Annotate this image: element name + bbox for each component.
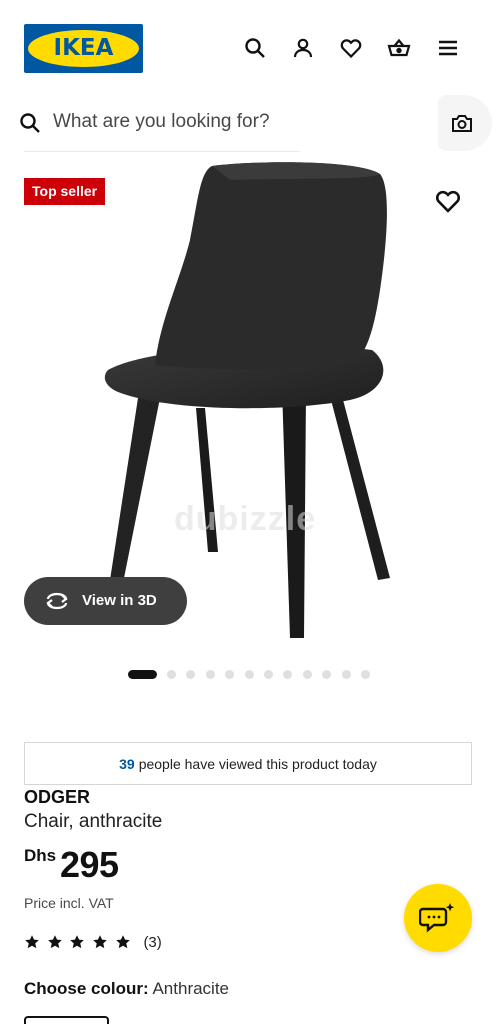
search-bar[interactable]: What are you looking for?: [0, 96, 496, 152]
heart-icon[interactable]: [337, 34, 365, 62]
basket-icon[interactable]: [385, 34, 413, 62]
watermark: dubizzle: [174, 500, 317, 538]
product-name: ODGER: [24, 787, 91, 807]
colour-label: Choose colour:: [24, 979, 149, 998]
carousel-dot[interactable]: [263, 669, 273, 679]
search-underline: [24, 151, 300, 152]
camera-search-button[interactable]: [438, 95, 492, 151]
carousel-dot[interactable]: [128, 669, 157, 679]
search-bar-icon: [20, 113, 40, 133]
viewers-text: people have viewed this product today: [138, 755, 377, 772]
star-icon: [25, 935, 39, 949]
rating-count: (3): [143, 933, 162, 951]
search-input[interactable]: What are you looking for?: [53, 111, 270, 133]
product-description: Chair, anthracite: [24, 811, 163, 832]
camera-icon: [452, 115, 472, 132]
top-seller-badge: Top seller: [24, 178, 106, 205]
carousel-dot[interactable]: [341, 669, 351, 679]
star-icon: [115, 935, 130, 949]
favourite-heart-icon[interactable]: [434, 187, 462, 215]
view-in-3d-button[interactable]: View in 3D: [24, 577, 187, 625]
star-icon: [70, 935, 85, 949]
carousel-dot[interactable]: [322, 669, 332, 679]
carousel-dot[interactable]: [167, 669, 176, 679]
header: IKEA: [0, 0, 496, 96]
view-in-3d-label: View in 3D: [82, 592, 157, 609]
carousel-indicator: [128, 669, 380, 679]
viewers-notice: 39 people have viewed this product today: [24, 742, 472, 785]
rotate-3d-icon: [46, 592, 68, 610]
carousel-dot[interactable]: [244, 669, 254, 679]
menu-icon[interactable]: [434, 34, 462, 62]
carousel-dot[interactable]: [205, 669, 215, 679]
star-icon: [47, 935, 62, 949]
price-currency: Dhs: [24, 846, 57, 865]
colour-value: Anthracite: [152, 979, 230, 998]
ikea-logo[interactable]: IKEA: [24, 24, 143, 73]
price-amount: 295: [60, 844, 119, 885]
chat-assistant-button[interactable]: [404, 884, 472, 952]
colour-selector-label: Choose colour: Anthracite: [24, 979, 229, 999]
search-icon[interactable]: [241, 34, 269, 62]
colour-swatch-anthracite[interactable]: [24, 1016, 109, 1024]
vat-note: Price incl. VAT: [24, 895, 114, 911]
star-icon: [93, 935, 107, 949]
account-icon[interactable]: [289, 34, 317, 62]
viewers-count: 39: [119, 755, 135, 772]
carousel-dot[interactable]: [186, 669, 196, 679]
chat-icon: [419, 903, 455, 933]
logo-text: IKEA: [53, 35, 114, 61]
product-rating[interactable]: (3): [24, 932, 162, 952]
carousel-dot[interactable]: [225, 669, 235, 679]
carousel-dot[interactable]: [360, 669, 370, 679]
carousel-dot[interactable]: [302, 669, 312, 679]
carousel-dot[interactable]: [283, 669, 293, 679]
